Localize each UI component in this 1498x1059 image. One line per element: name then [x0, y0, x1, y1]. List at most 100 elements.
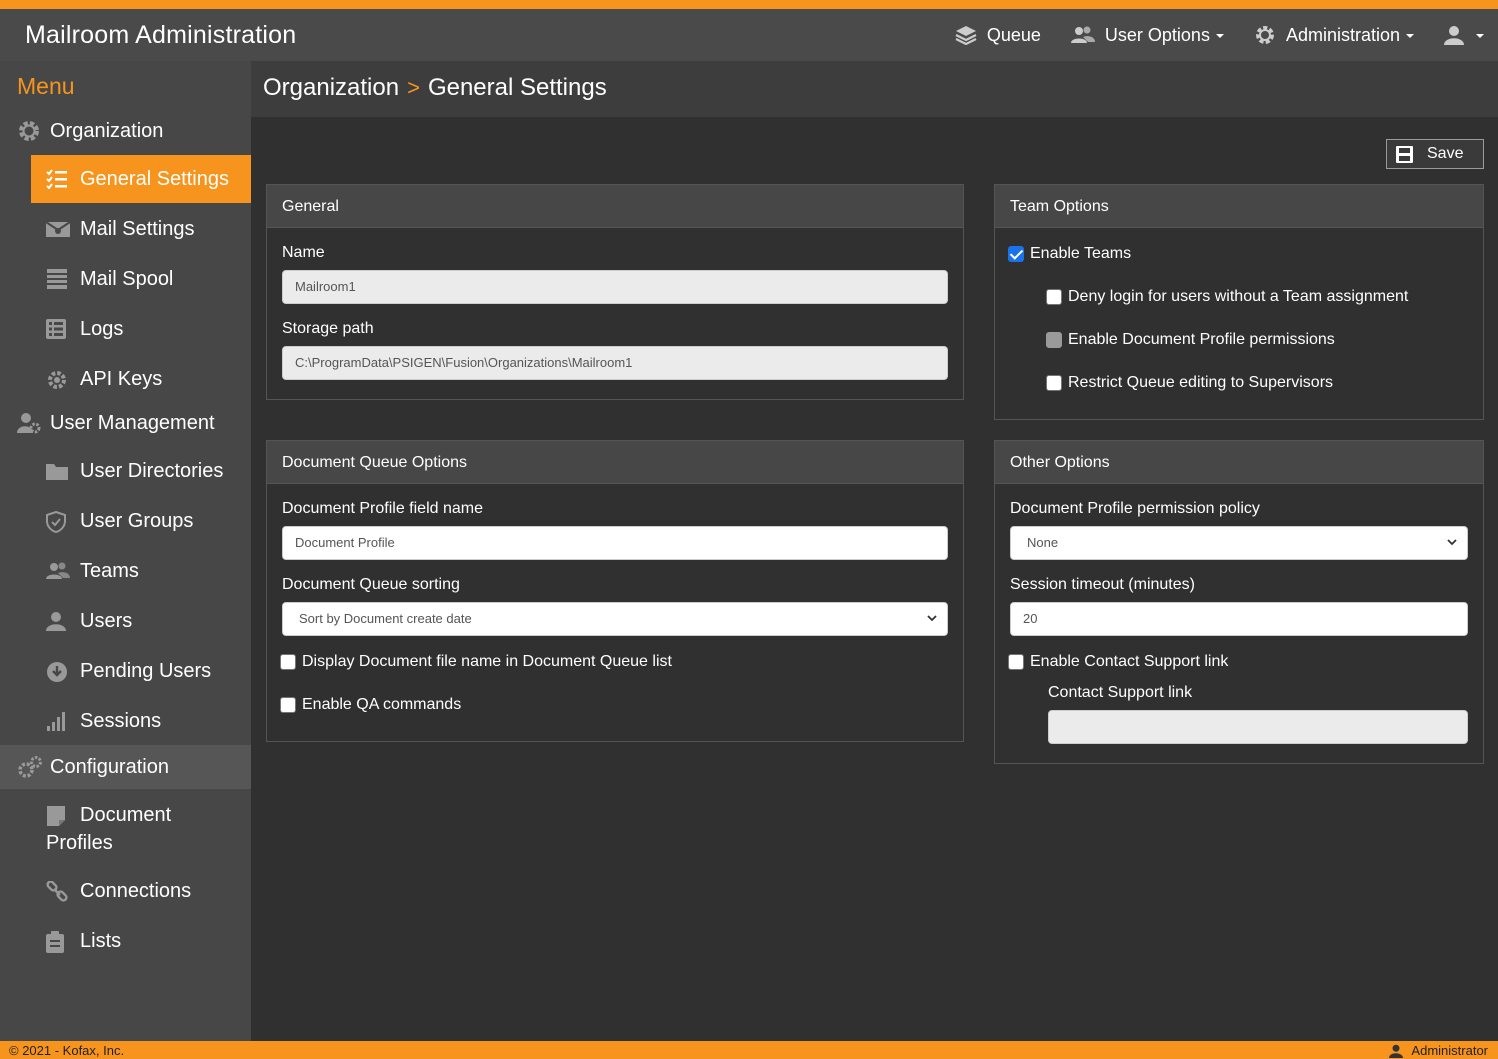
sidebar-item-label: Teams: [80, 559, 139, 582]
caret-down-icon: [1476, 34, 1484, 38]
nav-queue-label: Queue: [986, 24, 1041, 45]
chevron-down-icon: [1447, 539, 1457, 546]
clipboard-icon: [46, 931, 64, 953]
enable-teams-checkbox[interactable]: Enable Teams: [1008, 245, 1131, 263]
enable-contact-support-checkbox[interactable]: Enable Contact Support link: [1008, 653, 1228, 671]
name-label: Name: [282, 244, 325, 261]
checkbox[interactable]: [1046, 289, 1062, 305]
sidebar-section-user-management[interactable]: User Management: [0, 401, 251, 445]
checklist-icon: [46, 169, 67, 189]
sidebar-item-label: Document Profiles: [46, 804, 172, 854]
contact-support-link-label: Contact Support link: [1048, 684, 1193, 701]
select-value: Sort by Document create date: [299, 611, 472, 626]
queue-sorting-select[interactable]: Sort by Document create date: [282, 602, 948, 636]
mail-gear-icon: [46, 221, 70, 237]
user-icon: [46, 612, 66, 631]
sidebar-item-label: Pending Users: [80, 659, 212, 682]
floppy-disk-icon: [1396, 146, 1413, 163]
permission-policy-label: Document Profile permission policy: [1010, 500, 1260, 517]
nav-menu: Queue User Options Administration: [925, 9, 1484, 61]
copyright: © 2021 - Kofax, Inc.: [9, 1043, 125, 1058]
checkbox[interactable]: [280, 697, 296, 713]
breadcrumb-current: General Settings: [427, 74, 607, 101]
session-timeout-input[interactable]: 20: [1010, 602, 1468, 636]
sidebar-item-users[interactable]: Users: [31, 597, 251, 645]
sidebar-item-api-keys[interactable]: API Keys: [31, 355, 251, 403]
nav-administration[interactable]: Administration: [1254, 24, 1414, 46]
panel-title: General: [267, 185, 963, 228]
sidebar-section-organization[interactable]: Organization: [0, 109, 251, 153]
footer: © 2021 - Kofax, Inc. Administrator: [0, 1041, 1498, 1059]
storage-path-label: Storage path: [282, 320, 374, 337]
breadcrumb-parent[interactable]: Organization: [263, 74, 399, 102]
sidebar-item-general-settings[interactable]: General Settings: [31, 155, 251, 203]
display-file-name-checkbox[interactable]: Display Document file name in Document Q…: [280, 653, 672, 671]
panel-title: Team Options: [995, 185, 1483, 228]
sidebar-item-label: Logs: [80, 317, 124, 340]
sidebar-item-user-groups[interactable]: User Groups: [31, 497, 251, 545]
sidebar-item-label: User Groups: [80, 509, 194, 532]
checkbox-disabled: [1046, 332, 1062, 348]
name-field[interactable]: Mailroom1: [282, 270, 948, 304]
gear-icon: [1255, 26, 1274, 44]
breadcrumb-separator: >: [407, 75, 420, 100]
restrict-queue-checkbox[interactable]: Restrict Queue editing to Supervisors: [1046, 374, 1333, 392]
layers-icon: [955, 26, 977, 45]
sidebar-item-label: Users: [80, 609, 133, 632]
caret-down-icon: [1215, 34, 1224, 38]
sidebar-item-connections[interactable]: Connections: [31, 867, 251, 915]
user-icon: [1389, 1044, 1404, 1058]
download-circle-icon: [47, 662, 67, 682]
doc-profile-field-label: Document Profile field name: [282, 500, 483, 517]
deny-login-checkbox[interactable]: Deny login for users without a Team assi…: [1046, 288, 1408, 306]
sidebar-section-label: User Management: [50, 411, 215, 434]
sidebar-item-document-profiles[interactable]: Document Profiles: [31, 795, 251, 859]
gear-icon: [19, 121, 39, 141]
chevron-down-icon: [927, 615, 937, 622]
footer-user: Administrator: [1389, 1043, 1488, 1058]
link-icon: [46, 881, 68, 902]
sidebar-item-label: Connections: [80, 879, 192, 902]
enable-doc-profile-permissions-checkbox[interactable]: Enable Document Profile permissions: [1046, 331, 1335, 349]
checkbox[interactable]: [1008, 654, 1024, 670]
sidebar-item-sessions[interactable]: Sessions: [31, 697, 251, 745]
sidebar-item-label: User Directories: [80, 459, 224, 482]
cogs-icon: [48, 371, 66, 389]
footer-username: Administrator: [1411, 1043, 1488, 1058]
checkbox[interactable]: [1046, 375, 1062, 391]
storage-path-field[interactable]: C:\ProgramData\PSIGEN\Fusion\Organizatio…: [282, 346, 948, 380]
checkbox-label: Enable QA commands: [302, 696, 462, 713]
sidebar-item-label: Mail Settings: [80, 217, 195, 240]
sidebar-item-pending-users[interactable]: Pending Users: [31, 647, 251, 695]
sidebar-item-teams[interactable]: Teams: [31, 547, 251, 595]
contact-support-link-input[interactable]: [1048, 710, 1468, 744]
sidebar-item-mail-spool[interactable]: Mail Spool: [31, 255, 251, 303]
page-header: Organization > General Settings: [251, 61, 1498, 117]
checkbox-label: Display Document file name in Document Q…: [302, 653, 672, 670]
session-timeout-label: Session timeout (minutes): [1010, 576, 1195, 593]
sidebar-item-label: Lists: [80, 929, 122, 952]
nav-user-options[interactable]: User Options: [1070, 24, 1224, 46]
menu-title: Menu: [17, 73, 75, 99]
sidebar-section-configuration[interactable]: Configuration: [0, 745, 251, 789]
sidebar-item-logs[interactable]: Logs: [31, 305, 251, 353]
sidebar-item-user-directories[interactable]: User Directories: [31, 447, 251, 495]
save-button[interactable]: Save: [1386, 139, 1484, 169]
checkbox-checked[interactable]: [1008, 246, 1024, 262]
enable-qa-checkbox[interactable]: Enable QA commands: [280, 696, 461, 714]
sidebar-item-lists[interactable]: Lists: [31, 917, 251, 965]
panel-title: Document Queue Options: [267, 441, 963, 484]
sidebar-section-label: Organization: [50, 119, 164, 142]
sidebar-item-mail-settings[interactable]: Mail Settings: [31, 205, 251, 253]
doc-profile-field-input[interactable]: Document Profile: [282, 526, 948, 560]
nav-queue[interactable]: Queue: [955, 25, 1041, 46]
nav-user-options-label: User Options: [1104, 24, 1210, 45]
queue-sorting-label: Document Queue sorting: [282, 576, 460, 593]
permission-policy-select[interactable]: None: [1010, 526, 1468, 560]
checkbox[interactable]: [280, 654, 296, 670]
nav-account[interactable]: [1444, 25, 1484, 45]
caret-down-icon: [1406, 34, 1414, 38]
signal-bars-icon: [47, 712, 65, 731]
sidebar: Menu Organization General Settings Mail …: [0, 61, 251, 1041]
checkbox-label: Enable Document Profile permissions: [1068, 331, 1335, 348]
